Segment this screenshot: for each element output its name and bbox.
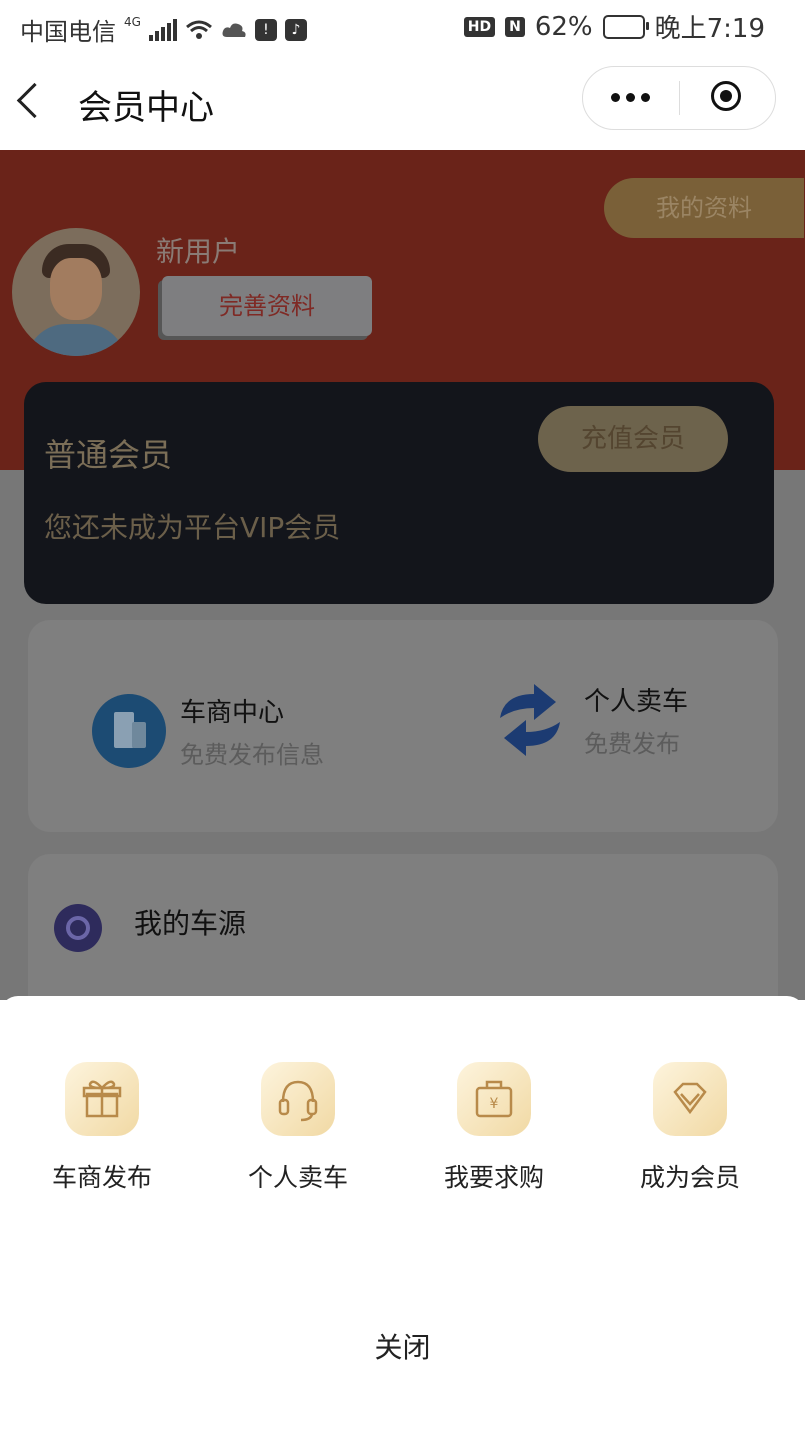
hd-badge: HD [463,16,496,37]
action-label: 成为会员 [639,1163,740,1192]
capsule-divider [679,81,680,115]
username: 新用户 [156,235,241,268]
dealer-center-entry[interactable]: 车商中心 免费发布信息 [92,692,324,770]
want-to-buy-action[interactable]: ¥ 我要求购 [414,1062,574,1194]
status-bar: 中国电信 4G ! ♪ HD N 62% 晚上7:19 [0,0,805,58]
page-title: 会员中心 [78,88,214,128]
swap-arrows-icon [500,684,560,756]
tiktok-icon: ♪ [284,18,307,41]
diamond-icon [653,1062,727,1136]
miniprogram-capsule [582,66,776,130]
wifi-icon [185,20,212,39]
signal-icon [148,18,177,41]
complete-profile-button[interactable]: 完善资料 [162,276,372,336]
gift-icon [65,1062,139,1136]
my-listings-label[interactable]: 我的车源 [134,902,246,942]
action-label: 我要求购 [443,1163,544,1192]
entry-subtitle: 免费发布 [584,730,680,758]
status-right: HD N 62% 晚上7:19 [463,8,765,45]
entry-card: 车商中心 免费发布信息 个人卖车 免费发布 [28,620,778,832]
search-icon [54,904,102,952]
network-type: 4G [124,14,141,29]
action-sheet: 车商发布 个人卖车 ¥ 我要求购 成为会员 关闭 [0,996,805,1432]
battery-icon [602,14,649,39]
nav-bar: 会员中心 [0,58,805,150]
entry-title: 个人卖车 [584,687,689,717]
more-icon[interactable] [611,93,650,102]
yen-bag-icon: ¥ [457,1062,531,1136]
personal-sell-action[interactable]: 个人卖车 [218,1062,378,1194]
battery-percent: 62% [534,11,593,42]
carrier-label: 中国电信 [20,18,116,46]
alert-icon: ! [254,18,277,41]
action-label: 个人卖车 [247,1163,348,1192]
svg-text:¥: ¥ [490,1096,499,1112]
avatar[interactable] [12,228,140,356]
my-section-card: 我的车源 [28,854,778,1000]
cloud-icon [222,23,246,37]
membership-level: 普通会员 [44,436,173,474]
clock: 晚上7:19 [654,14,765,44]
status-left: 中国电信 4G ! ♪ [20,12,307,47]
back-icon[interactable] [16,82,53,119]
membership-card: 普通会员 您还未成为平台VIP会员 充值会员 [24,382,774,604]
dealer-publish-action[interactable]: 车商发布 [22,1062,182,1194]
entry-subtitle: 免费发布信息 [180,741,324,769]
action-label: 车商发布 [51,1163,152,1192]
personal-sell-entry[interactable]: 个人卖车 免费发布 [490,680,688,760]
entry-title: 车商中心 [180,698,285,728]
headset-icon [261,1062,335,1136]
close-button[interactable]: 关闭 [0,1326,805,1366]
close-miniprogram-icon[interactable] [711,81,741,111]
my-profile-button[interactable]: 我的资料 [604,178,804,238]
recharge-button[interactable]: 充值会员 [538,406,728,472]
building-icon [92,694,166,768]
nfc-icon: N [505,16,525,37]
dimmed-page: 新用户 完善资料 我的资料 普通会员 您还未成为平台VIP会员 充值会员 车商中… [0,150,805,1000]
become-member-action[interactable]: 成为会员 [610,1062,770,1194]
membership-description: 您还未成为平台VIP会员 [44,511,341,544]
